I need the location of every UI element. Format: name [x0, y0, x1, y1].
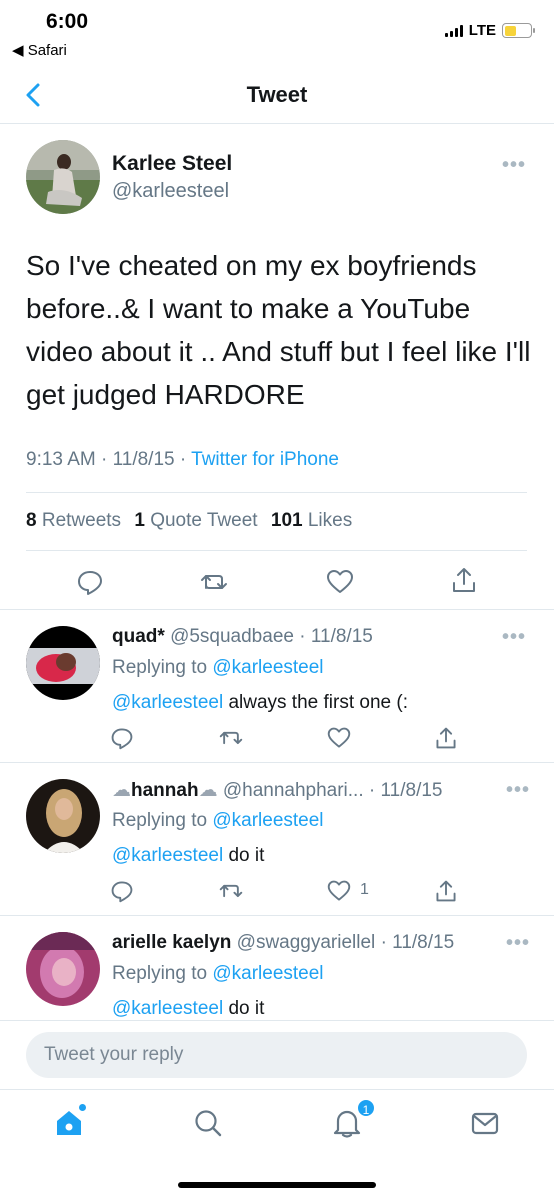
reply-date: · 11/8/15	[299, 626, 373, 647]
reply-actions	[0, 726, 554, 756]
reply-tweet[interactable]: arielle kaelyn @swaggyariellel · 11/8/15…	[0, 916, 554, 1020]
tab-home[interactable]	[54, 1104, 86, 1138]
replying-to: Replying to @karleesteel	[112, 810, 324, 831]
mention-link[interactable]: @karleesteel	[112, 692, 223, 713]
tab-notifications[interactable]: 1	[332, 1098, 376, 1138]
reply-date: · 11/8/15	[368, 780, 443, 801]
search-icon	[195, 1110, 222, 1137]
reply-author-handle[interactable]: @hannahphari...	[223, 780, 364, 801]
signal-icon	[444, 24, 463, 37]
cloud-icon: ☁	[198, 780, 218, 801]
like-icon[interactable]	[326, 568, 354, 596]
reply-icon[interactable]	[110, 879, 134, 903]
tweet-actions	[0, 564, 554, 604]
mention-link[interactable]: @karleesteel	[112, 845, 223, 866]
avatar[interactable]	[26, 626, 100, 700]
tweet-text: So I've cheated on my ex boyfriends befo…	[26, 250, 531, 410]
avatar[interactable]	[26, 140, 100, 214]
reply-text: @karleesteel do it	[112, 845, 265, 866]
back-to-safari-link[interactable]: ◀ Safari	[12, 41, 67, 59]
tweet-date: 11/8/15	[112, 449, 175, 470]
status-indicators: LTE	[444, 22, 535, 39]
avatar[interactable]	[26, 779, 100, 853]
retweet-icon[interactable]	[200, 568, 228, 596]
divider	[26, 550, 527, 551]
author-name[interactable]: Karlee Steel	[112, 152, 232, 176]
reply-header: ☁hannah☁ @hannahphari... · 11/8/15	[112, 779, 443, 802]
page-title: Tweet	[246, 82, 308, 107]
reply-date: · 11/8/15	[380, 932, 455, 953]
tweet-source-link[interactable]: Twitter for iPhone	[191, 449, 339, 470]
retweet-icon[interactable]	[219, 879, 243, 903]
tab-search[interactable]	[193, 1108, 223, 1138]
likes-stat[interactable]: 101 Likes	[271, 510, 352, 531]
share-icon[interactable]	[434, 879, 458, 903]
share-icon[interactable]	[434, 726, 458, 750]
new-content-dot	[79, 1104, 86, 1111]
tweet-stats: 8 Retweets 1 Quote Tweet 101 Likes	[26, 510, 352, 532]
retweet-icon[interactable]	[219, 726, 243, 750]
author-handle[interactable]: @karleesteel	[112, 180, 229, 203]
replying-to-link[interactable]: @karleesteel	[212, 657, 323, 678]
notification-badge: 1	[356, 1098, 376, 1118]
messages-icon	[471, 1112, 499, 1135]
reply-text: @karleesteel do it	[112, 998, 265, 1019]
reply-header: quad* @5squadbaee · 11/8/15	[112, 626, 373, 648]
reply-author-handle[interactable]: @swaggyariellel	[237, 932, 376, 953]
reply-composer	[0, 1020, 554, 1090]
battery-level	[504, 25, 516, 36]
like-icon[interactable]	[327, 726, 351, 750]
retweets-stat[interactable]: 8 Retweets	[26, 510, 121, 531]
like-count: 1	[360, 881, 369, 898]
reply-author-name[interactable]: quad*	[112, 626, 165, 647]
reply-header: arielle kaelyn @swaggyariellel · 11/8/15	[112, 932, 454, 954]
reply-author-handle[interactable]: @5squadbaee	[170, 626, 294, 647]
reply-text: @karleesteel always the first one (:	[112, 692, 408, 713]
reply-icon[interactable]	[76, 568, 104, 596]
network-type: LTE	[468, 22, 496, 39]
tab-messages[interactable]	[470, 1108, 500, 1138]
avatar[interactable]	[26, 932, 100, 1006]
home-indicator[interactable]	[178, 1182, 376, 1188]
replying-to-link[interactable]: @karleesteel	[212, 810, 323, 831]
reply-actions: 1	[0, 879, 554, 909]
like-icon[interactable]	[327, 879, 351, 903]
reply-tweet[interactable]: quad* @5squadbaee · 11/8/15 ••• Replying…	[0, 610, 554, 762]
more-options-icon[interactable]: •••	[502, 626, 526, 649]
divider	[26, 492, 527, 493]
status-time: 6:00	[46, 10, 89, 33]
reply-input[interactable]	[26, 1032, 527, 1078]
battery-icon	[502, 23, 535, 38]
reply-author-name[interactable]: arielle kaelyn	[112, 932, 231, 953]
status-bar: 6:00 ◀ Safari LTE	[0, 0, 554, 66]
reply-tweet[interactable]: ☁hannah☁ @hannahphari... · 11/8/15 ••• R…	[0, 763, 554, 915]
more-options-icon[interactable]: •••	[502, 154, 526, 177]
cloud-icon: ☁	[112, 780, 131, 801]
tweet-time: 9:13 AM	[26, 449, 96, 470]
mention-link[interactable]: @karleesteel	[112, 998, 223, 1019]
replying-to: Replying to @karleesteel	[112, 657, 324, 678]
replying-to: Replying to @karleesteel	[112, 963, 324, 984]
replying-to-link[interactable]: @karleesteel	[212, 963, 323, 984]
tweet-meta: 9:13 AM · 11/8/15 · Twitter for iPhone	[26, 449, 339, 470]
home-icon	[57, 1111, 81, 1135]
nav-header: Tweet	[0, 66, 554, 124]
more-options-icon[interactable]: •••	[506, 932, 530, 955]
quote-tweets-stat[interactable]: 1 Quote Tweet	[134, 510, 257, 531]
reply-icon[interactable]	[110, 726, 134, 750]
share-icon[interactable]	[450, 566, 478, 594]
reply-author-name[interactable]: ☁hannah☁	[112, 780, 218, 801]
more-options-icon[interactable]: •••	[506, 779, 530, 802]
